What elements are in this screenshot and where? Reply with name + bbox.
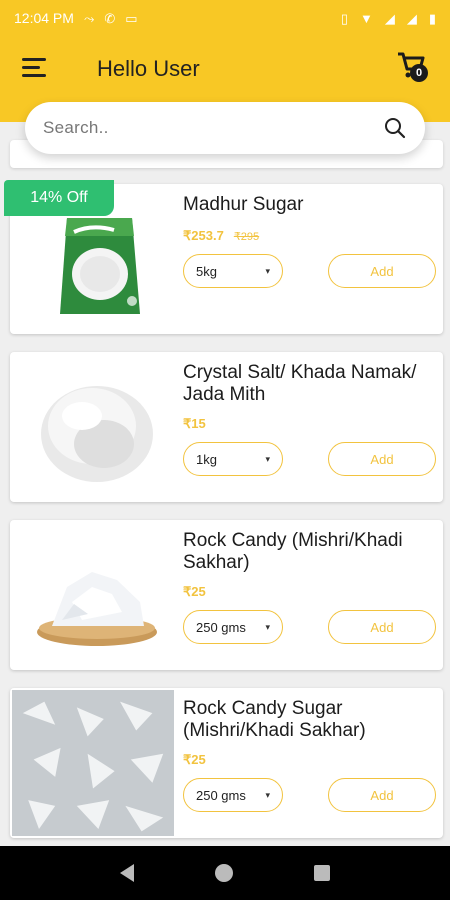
screen-cast-icon: ▭ [125,10,138,26]
page-title: Hello User [97,56,200,81]
system-nav-bar [0,846,450,900]
add-button[interactable]: Add [328,610,436,644]
quantity-select[interactable]: 1kg ▾ [183,442,283,476]
cart-button[interactable]: 0 [396,50,432,86]
product-card[interactable]: Rock Candy Sugar (Mishri/Khadi Sakhar) ₹… [10,688,443,838]
missed-call-icon: ⤳ [83,10,95,26]
chevron-down-icon: ▾ [265,265,270,276]
chevron-down-icon: ▾ [265,789,270,800]
product-image[interactable] [22,532,172,658]
search-input[interactable]: Search.. [43,118,109,138]
product-card[interactable]: Rock Candy (Mishri/Khadi Sakhar) ₹25 250… [10,520,443,670]
chevron-down-icon: ▾ [265,453,270,464]
back-icon[interactable] [120,864,135,882]
sale-price: ₹25 [183,584,206,599]
product-name[interactable]: Rock Candy (Mishri/Khadi Sakhar) [183,530,438,574]
product-image[interactable] [12,690,174,836]
home-icon[interactable] [214,864,233,882]
product-name[interactable]: Madhur Sugar [183,194,438,216]
wifi-icon: ▼ [359,10,373,26]
vibrate-icon: ▯ [340,10,348,26]
search-bar[interactable]: Search.. [25,102,425,154]
search-icon[interactable] [383,116,407,140]
quantity-value: 250 gms [196,619,246,635]
signal-2-icon: ◢ [406,10,417,26]
product-price: ₹25 [183,584,206,600]
add-button[interactable]: Add [328,442,436,476]
signal-icon: ◢ [384,10,395,26]
sale-price: ₹25 [183,752,206,767]
discount-badge: 14% Off [4,180,114,216]
product-price: ₹25 [183,752,206,768]
mrp-price: ₹295 [233,231,260,243]
recent-apps-icon[interactable] [313,865,330,881]
quantity-select[interactable]: 5kg ▾ [183,254,283,288]
status-bar: 12:04 PM ⤳ ✆ ▭ ▯ ▼ ◢ ◢ ▮ [0,0,450,36]
whatsapp-icon: ✆ [104,10,116,26]
chevron-down-icon: ▾ [265,621,270,632]
quantity-value: 1kg [196,451,217,467]
status-time: 12:04 PM [14,10,74,26]
quantity-value: 5kg [196,263,217,279]
add-button[interactable]: Add [328,778,436,812]
sale-price: ₹253.7 [183,228,224,243]
product-price: ₹253.7 ₹295 [183,228,259,244]
menu-icon[interactable] [22,58,50,80]
product-name[interactable]: Crystal Salt/ Khada Namak/ Jada Mith [183,362,438,406]
cart-count-badge: 0 [410,64,428,82]
product-price: ₹15 [183,416,206,432]
product-card[interactable]: Crystal Salt/ Khada Namak/ Jada Mith ₹15… [10,352,443,502]
quantity-select[interactable]: 250 gms ▾ [183,610,283,644]
quantity-value: 250 gms [196,787,246,803]
battery-icon: ▮ [428,10,436,26]
product-image[interactable] [22,364,172,490]
product-name[interactable]: Rock Candy Sugar (Mishri/Khadi Sakhar) [183,698,438,742]
sale-price: ₹15 [183,416,206,431]
quantity-select[interactable]: 250 gms ▾ [183,778,283,812]
add-button[interactable]: Add [328,254,436,288]
